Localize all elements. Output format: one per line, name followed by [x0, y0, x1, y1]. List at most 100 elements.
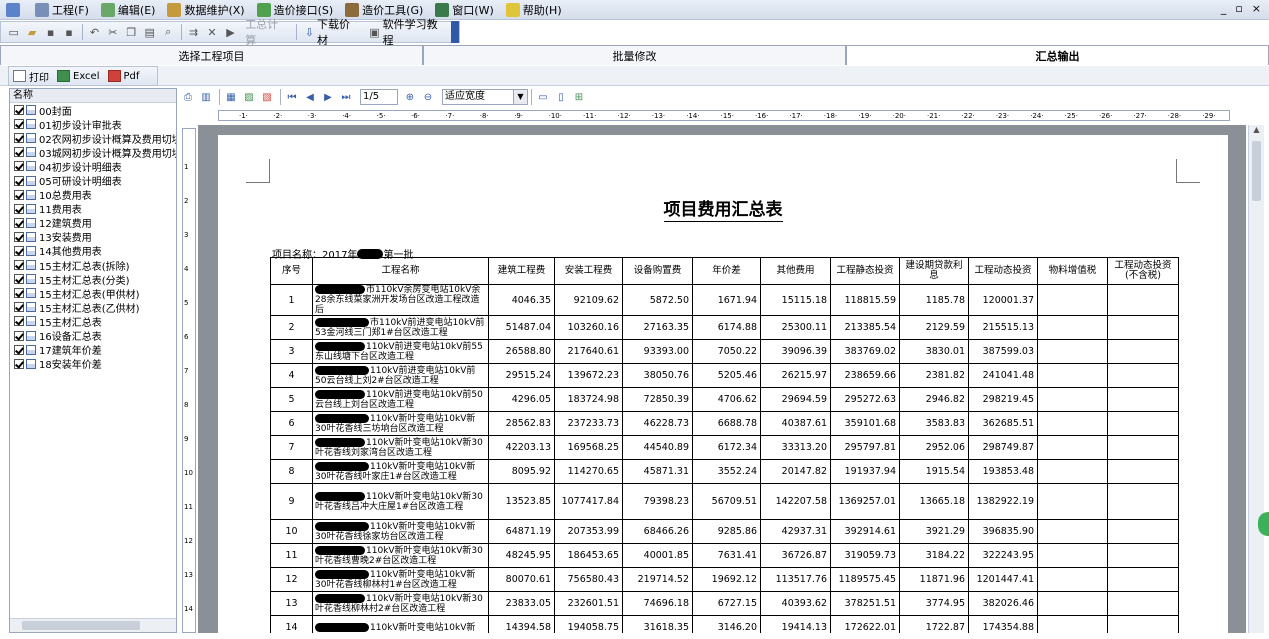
book-icon[interactable]: ▥ [198, 89, 214, 105]
export-image-button[interactable]: ▨ [241, 89, 257, 105]
checkbox[interactable] [14, 105, 24, 116]
checkbox[interactable] [14, 288, 24, 299]
excel-button[interactable]: Excel [53, 70, 104, 82]
amount-cell: 4706.62 [692, 387, 761, 412]
first-page-button[interactable]: ⏮ [284, 89, 300, 105]
delete-button[interactable]: ✕ [203, 24, 220, 40]
open-folder-button[interactable]: ▰ [23, 24, 40, 40]
table-row: 5 110kV前进变电站10kV前50云台线上刘台区改造工程 4296.05 1837… [270, 387, 1179, 412]
menu-data-maintain[interactable]: 数据维护(X) [161, 0, 250, 20]
menu-app-icon[interactable] [0, 0, 29, 20]
copy-button[interactable]: ❐ [123, 24, 140, 40]
menu-help[interactable]: 帮助(H) [500, 0, 568, 20]
checkbox[interactable] [14, 133, 24, 144]
zoom-out-button[interactable]: ⊖ [420, 89, 436, 105]
scroll-thumb[interactable] [1252, 141, 1261, 201]
column-header: 工程动态投资 [968, 257, 1038, 285]
report-list-item[interactable]: 02农网初步设计概算及费用切块 [10, 131, 176, 145]
menu-edit[interactable]: 编辑(E) [95, 0, 162, 20]
report-list-item-label: 17建筑年价差 [39, 346, 102, 357]
report-list-item[interactable]: 13安装费用 [10, 230, 176, 244]
checkbox[interactable] [14, 330, 24, 341]
report-list-hscroll[interactable] [10, 618, 176, 632]
tutorial-button[interactable]: ▣ 软件学习教程 [364, 18, 451, 47]
close-button[interactable]: × [1252, 2, 1261, 15]
checkbox[interactable] [14, 274, 24, 285]
next-page-button[interactable]: ▶ [320, 89, 336, 105]
report-list-item[interactable]: 12建筑费用 [10, 216, 176, 230]
report-list-item[interactable]: 15主材汇总表 [10, 314, 176, 329]
page-setup-button[interactable]: ▦ [223, 89, 239, 105]
print-preview-button[interactable]: ⎙ [180, 89, 196, 105]
prev-page-button[interactable]: ◀ [302, 89, 318, 105]
report-list-item[interactable]: 11费用表 [10, 202, 176, 216]
menu-project[interactable]: 工程(F) [29, 0, 95, 20]
report-list-item[interactable]: 16设备汇总表 [10, 329, 176, 343]
checkbox[interactable] [14, 147, 24, 158]
calc-total-button[interactable]: 工总计算 [240, 18, 293, 47]
new-file-button[interactable]: ▭ [5, 24, 22, 40]
checkbox[interactable] [14, 217, 24, 228]
checkbox[interactable] [14, 358, 24, 369]
report-list-item[interactable]: 14其他费用表 [10, 244, 176, 258]
download-price-button[interactable]: ⇩ 下载价材 [300, 18, 364, 47]
report-list-item[interactable]: 00封面 [10, 103, 176, 117]
cut-button[interactable]: ✂ [104, 24, 121, 40]
report-list-item[interactable]: 18安装年价差 [10, 357, 176, 371]
two-page-button[interactable]: ▯ [553, 89, 569, 105]
undo-button[interactable]: ↶ [86, 24, 103, 40]
ruler-tick: 9 [184, 435, 189, 443]
project-icon [35, 2, 49, 17]
report-list-item[interactable]: 04初步设计明细表 [10, 159, 176, 173]
last-page-button[interactable]: ⏭ [338, 89, 354, 105]
zoom-select[interactable]: 适应宽度 ▼ [442, 89, 528, 105]
report-list-item[interactable]: 03城网初步设计概算及费用切块 [10, 145, 176, 159]
checkbox[interactable] [14, 175, 24, 186]
tab-select-project[interactable]: 选择工程项目 [0, 45, 423, 65]
checkbox[interactable] [14, 203, 24, 214]
checkbox[interactable] [14, 245, 24, 256]
checkbox[interactable] [14, 344, 24, 355]
report-doc-icon [26, 358, 36, 369]
report-list-item[interactable]: 15主材汇总表(甲供材) [10, 286, 176, 300]
checkbox[interactable] [14, 161, 24, 172]
side-float-tab[interactable] [1258, 512, 1269, 536]
save-all-button[interactable]: ▪ [60, 24, 77, 40]
checkbox[interactable] [14, 231, 24, 242]
minimize-button[interactable]: _ [1221, 2, 1227, 15]
export-pdf-button[interactable]: ▧ [259, 89, 275, 105]
page-indicator-input[interactable]: 1/5 [360, 89, 398, 105]
tab-summary-output[interactable]: 汇总输出 [846, 45, 1269, 65]
print-button[interactable]: 打印 [9, 69, 53, 84]
find-button[interactable]: ⌕ [159, 24, 176, 40]
report-list-item[interactable]: 15主材汇总表(拆除) [10, 258, 176, 272]
run-button[interactable]: ▶ [222, 24, 239, 40]
checkbox[interactable] [14, 316, 24, 327]
checkbox[interactable] [14, 189, 24, 200]
document-vscroll[interactable]: ▲ [1248, 125, 1264, 633]
report-list-item[interactable]: 10总费用表 [10, 188, 176, 202]
scroll-thumb[interactable] [22, 621, 140, 630]
restore-button[interactable]: ▫ [1235, 2, 1242, 15]
scroll-up-icon[interactable]: ▲ [1249, 125, 1264, 137]
zoom-in-button[interactable]: ⊕ [402, 89, 418, 105]
insert-button[interactable]: ⇉ [185, 24, 202, 40]
report-list-item[interactable]: 15主材汇总表(乙供材) [10, 300, 176, 314]
tab-batch-edit[interactable]: 批量修改 [423, 45, 846, 65]
amount-cell: 120001.37 [968, 284, 1038, 316]
report-list-item[interactable]: 01初步设计审批表 [10, 117, 176, 131]
pdf-button[interactable]: Pdf [104, 70, 144, 82]
toolbar-grip[interactable] [451, 21, 459, 43]
paste-button[interactable]: ▤ [141, 24, 158, 40]
checkbox[interactable] [14, 302, 24, 313]
checkbox[interactable] [14, 119, 24, 130]
horizontal-ruler: ·1· ·2· ·3· ·4· ·5· ·6· ·7· ·8· ·9· ·10· ·11· ·12· ·… [218, 110, 1230, 121]
save-button[interactable]: ▪ [42, 24, 59, 40]
multi-page-button[interactable]: ⊞ [571, 89, 587, 105]
single-page-button[interactable]: ▭ [535, 89, 551, 105]
report-list-item[interactable]: 15主材汇总表(分类) [10, 272, 176, 286]
report-list-item[interactable]: 05可研设计明细表 [10, 173, 176, 188]
column-header: 序号 [270, 257, 313, 285]
report-list-item[interactable]: 17建筑年价差 [10, 343, 176, 357]
checkbox[interactable] [14, 260, 24, 271]
